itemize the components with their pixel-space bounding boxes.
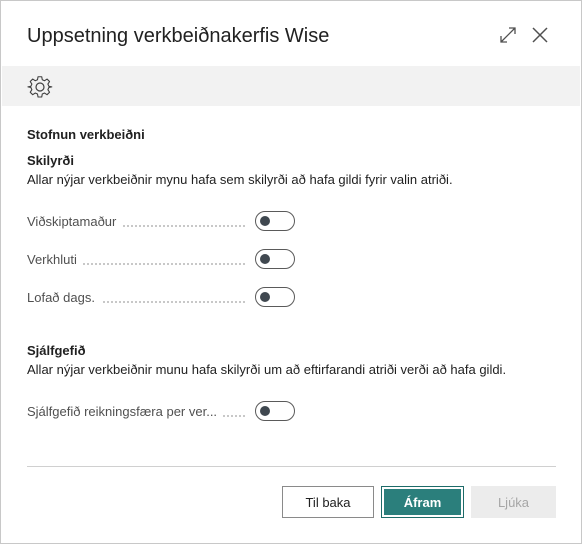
expand-icon[interactable] xyxy=(496,23,520,47)
next-button[interactable]: Áfram xyxy=(381,486,464,518)
default-group-title: Sjálfgefið xyxy=(27,343,86,358)
setup-dialog: Uppsetning verkbeiðnakerfis Wise Stofnun… xyxy=(0,0,582,544)
field-label: Sjálfgefið reikningsfæra per ver... xyxy=(27,404,224,419)
back-button[interactable]: Til baka xyxy=(282,486,374,518)
toggle-knob xyxy=(260,216,270,226)
toggle-knob xyxy=(260,254,270,264)
field-customer: Viðskiptamaður xyxy=(27,210,297,234)
gear-icon[interactable] xyxy=(27,74,53,100)
field-label: Verkhluti xyxy=(27,252,83,267)
default-group-description: Allar nýjar verkbeiðnir munu hafa skilyr… xyxy=(27,362,507,377)
default-invoicing-toggle[interactable] xyxy=(255,401,295,421)
toggle-knob xyxy=(260,292,270,302)
toggle-knob xyxy=(260,406,270,416)
job-task-required-toggle[interactable] xyxy=(255,249,295,269)
field-default-invoicing: Sjálfgefið reikningsfæra per ver... xyxy=(27,400,297,424)
customer-required-toggle[interactable] xyxy=(255,211,295,231)
required-group-description: Allar nýjar verkbeiðnir mynu hafa sem sk… xyxy=(27,172,453,187)
field-promised-date: Lofað dags. xyxy=(27,286,297,310)
footer-divider xyxy=(27,466,556,467)
field-job-task: Verkhluti xyxy=(27,248,297,272)
dialog-title: Uppsetning verkbeiðnakerfis Wise xyxy=(27,25,330,47)
section-title: Stofnun verkbeiðni xyxy=(27,127,145,142)
field-label: Lofað dags. xyxy=(27,290,101,305)
field-label: Viðskiptamaður xyxy=(27,214,123,229)
required-group-title: Skilyrði xyxy=(27,153,74,168)
promised-date-required-toggle[interactable] xyxy=(255,287,295,307)
finish-button[interactable]: Ljúka xyxy=(471,486,556,518)
toolbar xyxy=(2,66,580,106)
close-icon[interactable] xyxy=(528,23,552,47)
